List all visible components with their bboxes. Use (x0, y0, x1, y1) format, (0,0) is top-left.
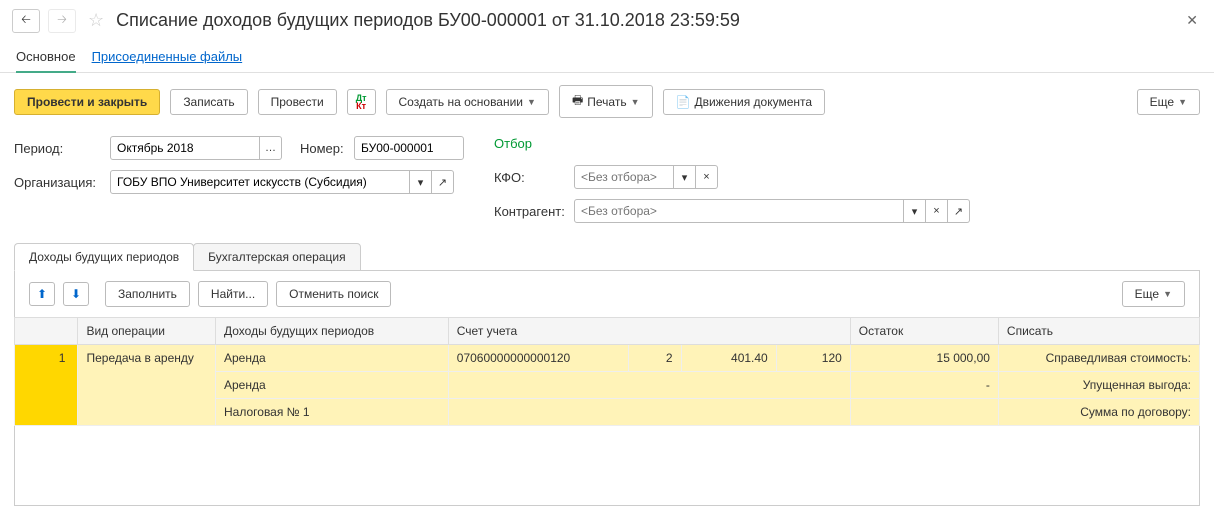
chevron-down-icon: ▼ (631, 97, 640, 107)
chevron-down-icon: ▼ (1178, 97, 1187, 107)
document-icon: 📄 (676, 95, 691, 109)
contr-open-button[interactable]: ↗ (948, 199, 970, 223)
kfo-dropdown-button[interactable]: ▾ (674, 165, 696, 189)
find-button[interactable]: Найти... (198, 281, 268, 307)
page-title: Списание доходов будущих периодов БУ00-0… (116, 10, 740, 31)
fill-button[interactable]: Заполнить (105, 281, 190, 307)
save-button[interactable]: Записать (170, 89, 247, 115)
cell-income[interactable]: Аренда (216, 372, 449, 399)
contr-dropdown-button[interactable]: ▾ (904, 199, 926, 223)
org-label: Организация: (14, 175, 102, 190)
dtkt-icon: ДтКт (356, 94, 367, 110)
chevron-down-icon: ▼ (1163, 289, 1172, 299)
subtab-incomes[interactable]: Доходы будущих периодов (14, 243, 194, 271)
period-select-button[interactable]: … (260, 136, 282, 160)
col-account[interactable]: Счет учета (448, 318, 850, 345)
col-op-type[interactable]: Вид операции (78, 318, 216, 345)
row-number: 1 (15, 345, 78, 426)
period-input[interactable] (110, 136, 260, 160)
filter-section-title: Отбор (494, 136, 970, 151)
move-down-button[interactable]: ⬇ (63, 282, 89, 306)
table-more-button[interactable]: Еще ▼ (1122, 281, 1185, 307)
printer-icon: 🖶 (572, 91, 583, 112)
close-icon[interactable]: ✕ (1182, 8, 1202, 33)
cancel-search-button[interactable]: Отменить поиск (276, 281, 391, 307)
back-button[interactable]: 🡠 (12, 9, 40, 33)
number-input[interactable] (354, 136, 464, 160)
cell-income[interactable]: Аренда (216, 345, 449, 372)
cell-writeoff[interactable]: Упущенная выгода: (998, 372, 1199, 399)
table-row[interactable]: 1 Передача в аренду Аренда 0706000000000… (15, 345, 1200, 372)
dtkt-button[interactable]: ДтКт (347, 89, 376, 115)
cell-acc4[interactable]: 120 (776, 345, 850, 372)
create-based-button[interactable]: Создать на основании ▼ (386, 89, 549, 115)
tab-attached-files[interactable]: Присоединенные файлы (92, 49, 243, 64)
col-balance[interactable]: Остаток (850, 318, 998, 345)
kfo-label: КФО: (494, 170, 566, 185)
org-dropdown-button[interactable]: ▾ (410, 170, 432, 194)
contr-clear-button[interactable]: × (926, 199, 948, 223)
data-grid[interactable]: Вид операции Доходы будущих периодов Сче… (14, 317, 1200, 426)
forward-button[interactable]: 🡢 (48, 9, 76, 33)
number-label: Номер: (300, 141, 346, 156)
cell-income[interactable]: Налоговая № 1 (216, 399, 449, 426)
cell-acc2[interactable]: 2 (628, 345, 681, 372)
kfo-input[interactable] (574, 165, 674, 189)
cell-op-type[interactable]: Передача в аренду (78, 345, 216, 426)
kfo-clear-button[interactable]: × (696, 165, 718, 189)
cell-acc1[interactable]: 07060000000000120 (448, 345, 628, 372)
subtab-accounting[interactable]: Бухгалтерская операция (193, 243, 360, 271)
favorite-icon[interactable]: ☆ (88, 10, 104, 31)
col-incomes[interactable]: Доходы будущих периодов (216, 318, 449, 345)
contr-label: Контрагент: (494, 204, 566, 219)
org-input[interactable] (110, 170, 410, 194)
cell-dash[interactable]: - (850, 372, 998, 399)
contr-input[interactable] (574, 199, 904, 223)
tab-main[interactable]: Основное (16, 49, 76, 73)
move-up-button[interactable]: ⬆ (29, 282, 55, 306)
post-and-close-button[interactable]: Провести и закрыть (14, 89, 160, 115)
movements-button[interactable]: 📄 Движения документа (663, 89, 826, 115)
org-open-button[interactable]: ↗ (432, 170, 454, 194)
cell-writeoff[interactable]: Справедливая стоимость: (998, 345, 1199, 372)
period-label: Период: (14, 141, 102, 156)
cell-writeoff[interactable]: Сумма по договору: (998, 399, 1199, 426)
post-button[interactable]: Провести (258, 89, 337, 115)
chevron-down-icon: ▼ (527, 97, 536, 107)
col-writeoff[interactable]: Списать (998, 318, 1199, 345)
print-button[interactable]: 🖶 Печать ▼ (559, 85, 653, 118)
more-button[interactable]: Еще ▼ (1137, 89, 1200, 115)
cell-balance[interactable]: 15 000,00 (850, 345, 998, 372)
cell-acc3[interactable]: 401.40 (681, 345, 776, 372)
